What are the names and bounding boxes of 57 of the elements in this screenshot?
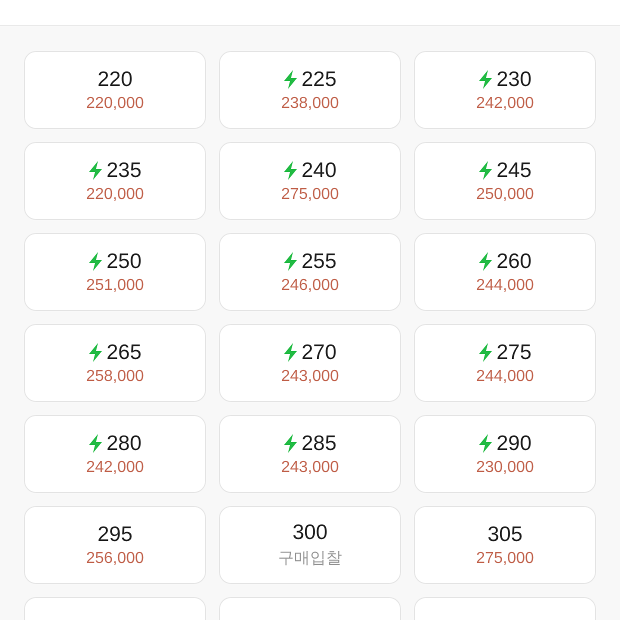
price-label: 242,000	[86, 458, 144, 476]
size-label: 285	[301, 432, 337, 456]
size-label: 220	[97, 68, 133, 92]
size-option[interactable]: 230 242,000	[414, 51, 596, 129]
size-label: 225	[301, 68, 337, 92]
size-label: 230	[496, 68, 532, 92]
size-option[interactable]	[414, 597, 596, 620]
price-label: 220,000	[86, 186, 144, 204]
size-label: 260	[496, 250, 532, 274]
price-label: 258,000	[86, 368, 144, 386]
price-label: 251,000	[86, 276, 144, 294]
size-option[interactable]: 285 243,000	[219, 415, 401, 493]
price-label: 246,000	[281, 276, 339, 294]
size-option[interactable]	[24, 597, 206, 620]
size-option[interactable]: 300 구매입찰	[219, 506, 401, 584]
size-option[interactable]: 240 275,000	[219, 142, 401, 220]
price-label: 275,000	[281, 186, 339, 204]
price-label: 220,000	[86, 94, 144, 112]
size-option[interactable]: 250 251,000	[24, 233, 206, 311]
price-label: 275,000	[476, 550, 534, 568]
price-label: 243,000	[281, 368, 339, 386]
size-label: 250	[106, 250, 142, 274]
price-label: 230,000	[476, 458, 534, 476]
size-label: 255	[301, 250, 337, 274]
size-label: 275	[496, 340, 532, 364]
size-option[interactable]: 275 244,000	[414, 324, 596, 402]
price-label: 244,000	[476, 276, 534, 294]
size-option[interactable]: 235 220,000	[24, 142, 206, 220]
size-option[interactable]: 265 258,000	[24, 324, 206, 402]
price-label: 243,000	[281, 458, 339, 476]
size-option[interactable]: 260 244,000	[414, 233, 596, 311]
size-option[interactable]	[219, 597, 401, 620]
size-label: 300	[292, 521, 328, 545]
bid-label: 구매입찰	[278, 549, 342, 569]
price-label: 242,000	[476, 94, 534, 112]
size-label: 295	[97, 522, 133, 546]
size-label: 270	[301, 340, 337, 364]
size-option[interactable]: 290 230,000	[414, 415, 596, 493]
size-option[interactable]: 225 238,000	[219, 51, 401, 129]
size-label: 290	[496, 432, 532, 456]
price-label: 250,000	[476, 186, 534, 204]
size-label: 240	[301, 158, 337, 182]
size-option[interactable]: 220 220,000	[24, 51, 206, 129]
price-label: 244,000	[476, 368, 534, 386]
size-option[interactable]: 305 275,000	[414, 506, 596, 584]
size-label: 235	[106, 158, 142, 182]
size-label: 245	[496, 158, 532, 182]
size-label: 280	[106, 432, 142, 456]
price-label: 256,000	[86, 550, 144, 568]
size-label: 265	[106, 340, 142, 364]
size-option[interactable]: 295 256,000	[24, 506, 206, 584]
size-option[interactable]: 255 246,000	[219, 233, 401, 311]
size-option[interactable]: 270 243,000	[219, 324, 401, 402]
size-label: 305	[487, 522, 523, 546]
size-option[interactable]: 280 242,000	[24, 415, 206, 493]
size-option[interactable]: 245 250,000	[414, 142, 596, 220]
price-label: 238,000	[281, 94, 339, 112]
